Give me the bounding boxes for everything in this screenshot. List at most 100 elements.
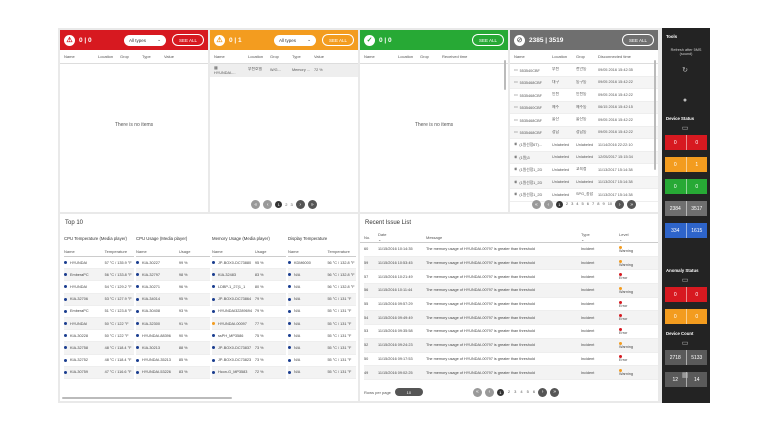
table-row[interactable]: 59 11/15/2016 10:53:45 The memory usage of…: [364, 256, 658, 271]
col-name[interactable]: Name: [136, 249, 179, 254]
table-row[interactable]: KIA-30408 93 %: [136, 306, 210, 318]
table-row[interactable]: HYUNDAI-00097 77 %: [212, 317, 286, 331]
table-row[interactable]: 53 11/15/2016 09:35:58 The memory usage of…: [364, 325, 658, 339]
col-group[interactable]: Grop: [420, 54, 442, 61]
table-row[interactable]: ssPH_MP3586 75 %: [212, 330, 286, 343]
table-row[interactable]: KIA-34014 95 %: [136, 293, 210, 306]
page-1[interactable]: 1: [496, 388, 504, 396]
table-row[interactable]: N/A 55 °C / 131 °F: [288, 293, 356, 306]
table-row[interactable]: N/A 55 °C / 131 °F: [288, 355, 356, 367]
last-page-icon[interactable]: »: [550, 387, 560, 397]
table-row[interactable]: N/A 55 °C / 131 °F: [288, 342, 356, 355]
table-row[interactable]: JP-BOX0-DC73864 79 %: [212, 293, 286, 306]
col-type[interactable]: Type: [292, 54, 314, 61]
col-location[interactable]: Location: [248, 54, 270, 61]
list-item[interactable]: ▦ HYUNDAI-... 부천호텔 W/G... Memory ... 72 %: [210, 64, 358, 77]
list-item[interactable]: ▭ 5535460CBF 제주 제주동 06/15 2016 15:42:15: [510, 101, 658, 114]
next-page-icon[interactable]: ›: [295, 200, 305, 209]
col-name[interactable]: Name: [364, 54, 398, 61]
table-row[interactable]: 55 11/15/2016 09:57:29 The memory usage of…: [364, 298, 658, 312]
rows-per-page-select[interactable]: 10: [394, 388, 423, 396]
page-1[interactable]: 1: [555, 201, 563, 208]
page-4[interactable]: 4: [576, 201, 578, 208]
page-5[interactable]: 5: [582, 201, 584, 208]
page-2[interactable]: 2: [285, 202, 287, 207]
col-location[interactable]: Location: [98, 54, 120, 61]
table-row[interactable]: EmberaPC 56 °C / 133.8 °F: [64, 269, 134, 282]
col-date[interactable]: Date ⌄: [378, 232, 426, 242]
scrollbar[interactable]: [654, 60, 656, 170]
see-all-button[interactable]: SEE ALL: [321, 34, 354, 46]
page-4[interactable]: 4: [520, 389, 522, 396]
table-row[interactable]: 56 11/15/2016 10:11:44 The memory usage of…: [364, 284, 658, 298]
col-type[interactable]: Type: [142, 54, 164, 61]
table-row[interactable]: N/A 55 °C / 131 °F: [288, 306, 356, 318]
page-3[interactable]: 3: [514, 389, 516, 396]
page-6[interactable]: 6: [587, 201, 589, 208]
table-row[interactable]: KIA-32706 53 °C / 127.9 °F: [64, 293, 134, 306]
list-item[interactable]: ◉ (1원)3 Unlabeled Unlabeled 12/05/2017 15:15…: [510, 151, 658, 164]
table-row[interactable]: KIA-32483 83 %: [212, 269, 286, 282]
see-all-button[interactable]: SEE ALL: [171, 34, 204, 46]
status-box[interactable]: 01: [665, 157, 707, 172]
next-page-icon[interactable]: ›: [615, 200, 625, 209]
status-box[interactable]: 00: [665, 309, 707, 324]
user-icon[interactable]: ●: [680, 96, 690, 104]
table-row[interactable]: 52 11/15/2016 09:24:23 The memory usage of…: [364, 338, 658, 353]
status-box[interactable]: 00: [665, 179, 707, 194]
table-row[interactable]: KIA-32752 48 °C / 118.4 °F: [64, 355, 134, 367]
last-page-icon[interactable]: »: [627, 200, 637, 209]
table-row[interactable]: N/A 56 °C / 132.8 °F: [288, 281, 356, 294]
status-box[interactable]: 334 1615: [665, 223, 707, 238]
page-3[interactable]: 3: [571, 201, 573, 208]
table-row[interactable]: N/A 56 °C / 132.8 °F: [288, 269, 356, 282]
col-received-time[interactable]: Received time: [442, 54, 482, 61]
table-row[interactable]: KDM6000 56 °C / 132.8 °F: [288, 257, 356, 270]
table-row[interactable]: JP-BOX0-DC73823 73 %: [212, 355, 286, 367]
table-row[interactable]: HYUNDAI-53226 83 %: [136, 366, 210, 379]
col-value[interactable]: Value: [314, 54, 336, 61]
col-group[interactable]: Grop: [270, 54, 292, 61]
table-row[interactable]: 57 11/15/2016 10:21:49 The memory usage of…: [364, 270, 658, 285]
col-location[interactable]: Location: [552, 54, 576, 61]
prev-page-icon[interactable]: ‹: [543, 200, 553, 209]
col-location[interactable]: Location: [398, 54, 420, 61]
page-10[interactable]: 10: [608, 201, 612, 208]
refresh-icon[interactable]: ↻: [680, 66, 690, 74]
col-group[interactable]: Grop: [576, 54, 598, 61]
table-row[interactable]: HYUNDAI 57 °C / 135.9 °F: [64, 257, 134, 270]
list-item[interactable]: ▭ 5535468CBF 성남 성남동 09/05 2016 15:42:22: [510, 126, 658, 139]
first-page-icon[interactable]: «: [531, 200, 541, 209]
horizontal-scrollbar[interactable]: [62, 397, 232, 399]
col-value[interactable]: Usage: [255, 249, 267, 254]
col-name[interactable]: Name: [212, 249, 255, 254]
status-box[interactable]: 00: [665, 287, 707, 302]
page-7[interactable]: 7: [592, 201, 594, 208]
table-row[interactable]: EmberaPC 51 °C / 123.8 °F: [64, 306, 134, 318]
prev-page-icon[interactable]: ‹: [484, 387, 494, 397]
table-row[interactable]: 54 11/15/2016 09:49:49 The memory usage of…: [364, 311, 658, 326]
table-row[interactable]: KIA-30228 50 °C / 122 °F: [64, 330, 134, 343]
col-level[interactable]: Level ⌄: [619, 232, 649, 242]
table-row[interactable]: KIA-32797 98 %: [136, 269, 210, 282]
type-select[interactable]: All types ⌄: [123, 34, 166, 46]
table-row[interactable]: N/A 55 °C / 131 °F: [288, 317, 356, 331]
table-row[interactable]: KIA-32300 91 %: [136, 317, 210, 331]
first-page-icon[interactable]: «: [472, 387, 482, 397]
page-6[interactable]: 6: [533, 389, 535, 396]
table-row[interactable]: JP-BOX0-DC73880 95 %: [212, 257, 286, 270]
table-row[interactable]: Hcon-G_MP3583 72 %: [212, 366, 286, 379]
page-9[interactable]: 9: [602, 201, 604, 208]
table-row[interactable]: KIA-30271 96 %: [136, 281, 210, 294]
col-no[interactable]: No.: [364, 235, 378, 240]
table-row[interactable]: 49 11/15/2016 09:02:25 The memory usage of…: [364, 366, 658, 380]
col-type[interactable]: Type ⌄: [581, 232, 619, 242]
col-message[interactable]: Message: [426, 235, 581, 240]
col-value[interactable]: Usage: [179, 249, 191, 254]
col-value[interactable]: Value: [164, 54, 186, 61]
list-item[interactable]: ▭ 5535468CBF 울산 울산동 09/05 2016 15:42:22: [510, 114, 658, 127]
list-item[interactable]: ▭ 5535468CBF 인천 인천동 09/05 2016 15:42:22: [510, 89, 658, 102]
list-item[interactable]: ◉ (1원선정1_2D Unlabeled Unlabeled 11/13/2017 1…: [510, 176, 658, 189]
table-row[interactable]: KIA-30213 88 %: [136, 342, 210, 355]
table-row[interactable]: 50 11/15/2016 09:17:53 The memory usage of…: [364, 353, 658, 367]
